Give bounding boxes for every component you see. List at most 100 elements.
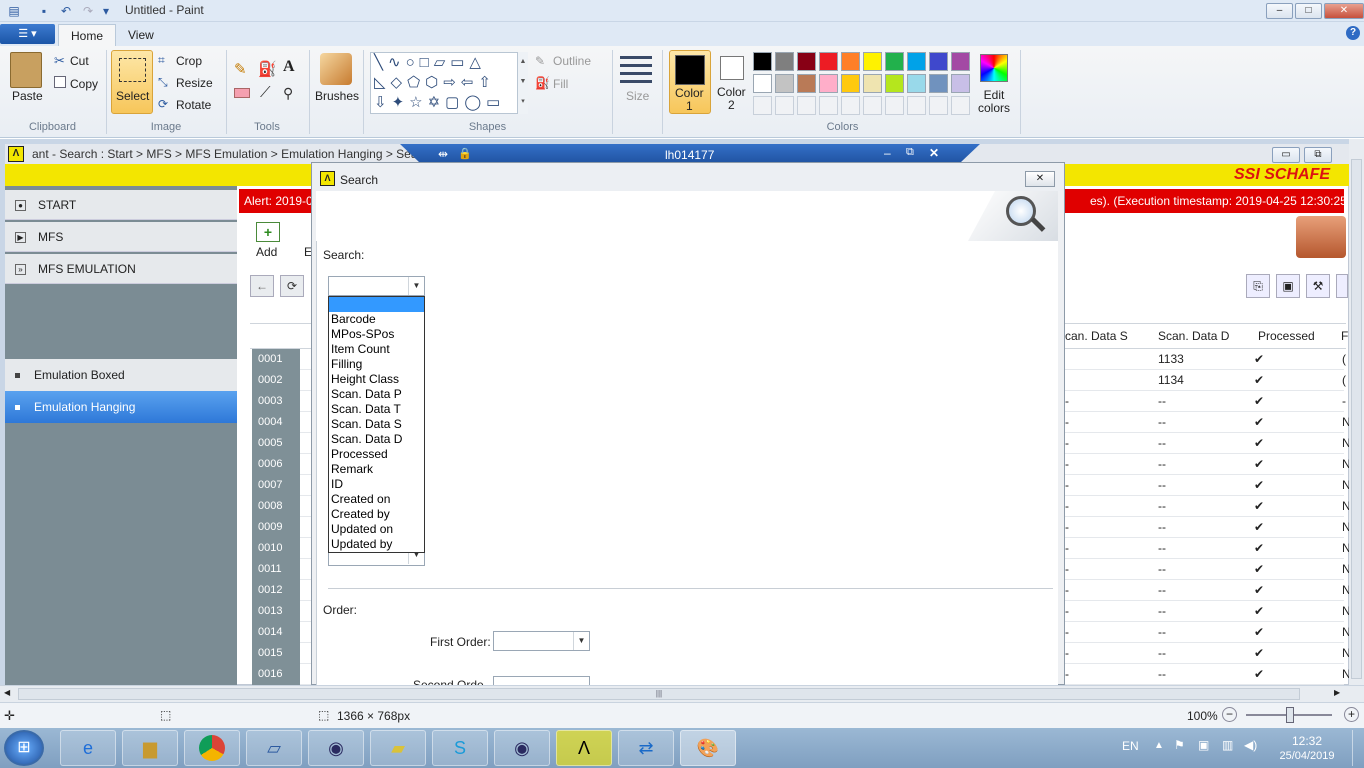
color2-button[interactable]: Color 2: [712, 50, 754, 114]
edit-colors-icon[interactable]: [980, 54, 1008, 82]
remote-app-icon[interactable]: ▱: [246, 730, 302, 766]
dropdown-option[interactable]: MPos-SPos: [329, 327, 424, 342]
paint-app-icon[interactable]: ▤: [6, 3, 22, 19]
start-button[interactable]: ⊞: [4, 730, 44, 766]
dropdown-option[interactable]: ID: [329, 477, 424, 492]
dropdown-option[interactable]: Updated on: [329, 522, 424, 537]
remote-close-button[interactable]: ✕: [929, 146, 939, 160]
zoom-out-button[interactable]: −: [1222, 707, 1237, 722]
show-desktop-button[interactable]: [1352, 730, 1362, 766]
tab-view[interactable]: View: [116, 24, 166, 46]
eclipse-2-icon[interactable]: ◉: [494, 730, 550, 766]
dropdown-option-empty[interactable]: [329, 297, 424, 312]
palette-color-swatch[interactable]: [819, 74, 838, 93]
sidebar-item-mfs[interactable]: ▶ MFS: [5, 222, 237, 252]
refresh-icon[interactable]: ⟳: [280, 275, 304, 297]
scroll-right-icon[interactable]: ▶: [1334, 688, 1340, 697]
rotate-button[interactable]: Rotate: [176, 98, 211, 112]
language-indicator[interactable]: EN: [1122, 739, 1139, 753]
column-header-processed[interactable]: Processed: [1258, 326, 1315, 347]
column-header-scan-data-d[interactable]: Scan. Data D: [1158, 326, 1229, 347]
dropdown-option[interactable]: Height Class: [329, 372, 424, 387]
resize-button[interactable]: Resize: [176, 76, 213, 90]
chrome-icon[interactable]: [184, 730, 240, 766]
palette-color-swatch[interactable]: [929, 96, 948, 115]
palette-color-swatch[interactable]: [775, 52, 794, 71]
add-button[interactable]: Add: [256, 245, 277, 259]
remote-restore-button[interactable]: ⧉: [906, 146, 914, 159]
dropdown-option[interactable]: Barcode: [329, 312, 424, 327]
close-button[interactable]: ✕: [1324, 3, 1364, 19]
palette-color-swatch[interactable]: [951, 52, 970, 71]
chevron-down-icon[interactable]: ▼: [408, 277, 424, 295]
tab-home[interactable]: Home: [58, 24, 117, 46]
color-picker-icon[interactable]: ⟋: [260, 84, 271, 101]
palette-color-swatch[interactable]: [951, 74, 970, 93]
dropdown-option[interactable]: Processed: [329, 447, 424, 462]
cut-button[interactable]: Cut: [70, 54, 89, 68]
palette-color-swatch[interactable]: [929, 74, 948, 93]
volume-icon[interactable]: ◀): [1244, 738, 1257, 752]
paste-icon[interactable]: [10, 52, 42, 88]
sidebar-item-mfs-emulation[interactable]: » MFS EMULATION: [5, 254, 237, 284]
vertical-scrollbar[interactable]: [1349, 139, 1364, 685]
magnifier-icon[interactable]: ⚲: [283, 85, 293, 102]
size-icon[interactable]: [620, 56, 652, 84]
help-icon[interactable]: ?: [1346, 26, 1360, 40]
palette-color-swatch[interactable]: [775, 96, 794, 115]
palette-color-swatch[interactable]: [841, 74, 860, 93]
dropdown-option[interactable]: Remark: [329, 462, 424, 477]
palette-color-swatch[interactable]: [753, 52, 772, 71]
horizontal-scroll-thumb[interactable]: |||: [18, 688, 1300, 700]
eclipse-icon[interactable]: ◉: [308, 730, 364, 766]
save-icon[interactable]: ▪: [36, 3, 52, 19]
eraser-icon[interactable]: [234, 88, 250, 98]
window-icon[interactable]: ▣: [1276, 274, 1300, 298]
outline-button[interactable]: Outline: [553, 54, 591, 68]
shapes-scroll[interactable]: ▲ ▼ ▾: [518, 52, 528, 114]
wrench-icon[interactable]: ⚒: [1306, 274, 1330, 298]
redo-icon[interactable]: ↷: [80, 3, 96, 19]
pencil-icon[interactable]: ✎: [234, 60, 247, 78]
palette-color-swatch[interactable]: [885, 52, 904, 71]
export-icon[interactable]: ⎘: [1246, 274, 1270, 298]
sidebar-item-emulation-hanging[interactable]: Emulation Hanging: [5, 391, 237, 423]
add-icon[interactable]: +: [256, 222, 280, 242]
palette-color-swatch[interactable]: [775, 74, 794, 93]
palette-color-swatch[interactable]: [753, 74, 772, 93]
teamviewer-icon[interactable]: ⇄: [618, 730, 674, 766]
customize-toolbar-icon[interactable]: ▾: [98, 3, 114, 19]
dropdown-option[interactable]: Created on: [329, 492, 424, 507]
network-icon[interactable]: ▥: [1222, 738, 1233, 752]
minimize-button[interactable]: –: [1266, 3, 1293, 19]
dropdown-option[interactable]: Updated by: [329, 537, 424, 552]
palette-color-swatch[interactable]: [907, 96, 926, 115]
chevron-down-icon[interactable]: ▼: [573, 632, 589, 650]
palette-color-swatch[interactable]: [753, 96, 772, 115]
paint-taskbar-icon[interactable]: 🎨: [680, 730, 736, 766]
device-icon[interactable]: ▣: [1198, 738, 1209, 752]
clock-date[interactable]: 25/04/2019: [1276, 750, 1338, 762]
dropdown-option[interactable]: Filling: [329, 357, 424, 372]
palette-color-swatch[interactable]: [907, 52, 926, 71]
sidebar-item-emulation-boxed[interactable]: Emulation Boxed: [5, 359, 237, 391]
palette-color-swatch[interactable]: [907, 74, 926, 93]
shapes-gallery[interactable]: ╲∿○□▱▭△ ◺◇⬠⬡⇨⇦⇧ ⇩✦☆✡▢◯▭: [370, 52, 518, 114]
dropdown-option[interactable]: Scan. Data S: [329, 417, 424, 432]
select-button[interactable]: Select: [111, 50, 153, 114]
text-icon[interactable]: A: [283, 58, 295, 76]
clock-time[interactable]: 12:32: [1282, 734, 1332, 748]
brushes-button[interactable]: Brushes: [315, 89, 359, 103]
sidebar-item-start[interactable]: ● START: [5, 190, 237, 220]
settings-icon[interactable]: [1336, 274, 1348, 298]
copy-button[interactable]: Copy: [70, 77, 98, 91]
dropdown-option[interactable]: Scan. Data T: [329, 402, 424, 417]
fill-bucket-icon[interactable]: ⛽: [258, 60, 277, 78]
first-order-select[interactable]: ▼: [493, 631, 590, 651]
scroll-left-icon[interactable]: ◀: [4, 688, 10, 697]
palette-color-swatch[interactable]: [929, 52, 948, 71]
second-order-select[interactable]: [493, 676, 590, 685]
app-restore-button[interactable]: ⧉: [1304, 147, 1332, 163]
vertical-scroll-thumb[interactable]: [1351, 159, 1362, 679]
sticky-notes-icon[interactable]: ▰: [370, 730, 426, 766]
